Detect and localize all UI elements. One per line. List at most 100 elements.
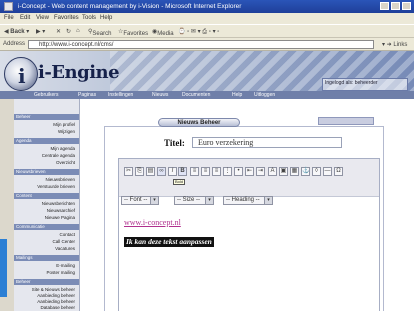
menu-edit[interactable]: Edit [20, 15, 30, 21]
html-source-icon[interactable]: ◊ [312, 167, 321, 176]
nav-item[interactable]: Documenten [182, 92, 210, 98]
sidebar-item[interactable]: Centrale agenda [42, 153, 75, 158]
sidebar-item[interactable]: Call Center [52, 239, 75, 244]
links-button[interactable]: ▾ ➜ Links [382, 41, 407, 48]
site-logo: i-Engine [38, 62, 120, 83]
sidebar-section-header: Communicatie [14, 224, 79, 230]
favorites-button[interactable]: ☆ Favorites [118, 28, 148, 37]
editor-link-text[interactable]: www.i-concept.nl [124, 218, 181, 227]
stop-icon[interactable]: ✕ [56, 28, 61, 35]
back-button[interactable]: ◀ Back ▾ [4, 28, 29, 35]
sidebar-item[interactable]: Mijn agenda [50, 146, 75, 151]
blue-accent-bar [0, 239, 7, 297]
outdent-icon[interactable]: ⇤ [245, 167, 254, 176]
media-button[interactable]: ◉ Media [152, 28, 174, 37]
sidebar-section-header: Agenda [14, 138, 79, 144]
nav-item[interactable]: Gebruikers [34, 92, 58, 98]
i-engine-logo-icon: i [4, 57, 38, 91]
menu-view[interactable]: View [36, 15, 49, 21]
font-select[interactable]: -- Font -- ▾ [121, 196, 159, 205]
menu-help[interactable]: Help [100, 15, 112, 21]
italic-icon[interactable]: I [168, 167, 177, 176]
nav-item[interactable]: Paginas [78, 92, 96, 98]
heading-select[interactable]: -- Heading -- ▾ [223, 196, 273, 205]
panel-title: Nieuws Beheer [158, 118, 240, 127]
address-label: Address [3, 41, 26, 47]
sidebar-section-header: Content [14, 193, 79, 199]
titel-label: Titel: [164, 138, 185, 148]
nav-item[interactable]: Instellingen [108, 92, 133, 98]
indent-icon[interactable]: ⇥ [256, 167, 265, 176]
maximize-button[interactable] [391, 2, 400, 10]
nav-item[interactable]: Help [232, 92, 242, 98]
text-color-icon[interactable]: A [268, 167, 277, 176]
sidebar-item[interactable]: Aanbieding beheer [37, 299, 75, 304]
sidebar-item[interactable]: Overzicht [56, 160, 75, 165]
editor-selected-text[interactable]: Ik kan deze tekst aanpassen [124, 237, 214, 247]
image-icon[interactable]: ▣ [279, 167, 288, 176]
sidebar-item[interactable]: Verstuurde brieven [37, 184, 75, 189]
sidebar-item[interactable]: Database beheer [40, 305, 75, 310]
menu-file[interactable]: File [4, 15, 14, 21]
sidebar-item[interactable]: Nieuwe Pagina [45, 215, 75, 220]
address-input[interactable]: http://www.i-concept.nl/cms/ [28, 40, 374, 49]
window-titlebar: i-Concept - Web content management by i-… [0, 0, 414, 13]
special-char-icon[interactable]: Ω [334, 167, 343, 176]
paste-icon[interactable]: ▤ [146, 167, 155, 176]
titel-input[interactable]: Euro verzekering [192, 137, 342, 148]
sidebar-section-header: Mailings [14, 255, 79, 261]
align-right-icon[interactable]: ≡ [212, 167, 221, 176]
menu-favorites[interactable]: Favorites [54, 15, 79, 21]
refresh-icon[interactable]: ↻ [66, 28, 71, 35]
anchor-icon[interactable]: ⚓ [301, 167, 310, 176]
chevron-down-icon: ▾ [264, 197, 272, 204]
sidebar-item[interactable]: Nieuwsberichten [42, 201, 75, 206]
size-select[interactable]: -- Size -- ▾ [174, 196, 214, 205]
sidebar-item[interactable]: Vacatures [55, 246, 75, 251]
sidebar-item[interactable]: Poster mailing [46, 270, 75, 275]
menu-tools[interactable]: Tools [82, 15, 96, 21]
sidebar-item[interactable]: Aanbieding beheer [37, 293, 75, 298]
forward-button[interactable]: ▶ ▾ [36, 28, 45, 35]
table-icon[interactable]: ▦ [290, 167, 299, 176]
sidebar-section-header: Beheer [14, 279, 79, 285]
sidebar-section-header: Beheer [14, 114, 79, 120]
sidebar-section-header: Nieuwsbrieven [14, 169, 79, 175]
align-left-icon[interactable]: ≡ [190, 167, 199, 176]
copy-icon[interactable]: ⎘ [135, 167, 144, 176]
sidebar: Beheer Mijn profiel Wijzigen Agenda Mijn… [14, 99, 80, 311]
browser-toolbar: ◀ Back ▾ ▶ ▾ ✕ ↻ ⌂ ⚲ Search ☆ Favorites … [0, 24, 414, 38]
home-icon[interactable]: ⌂ [76, 28, 80, 34]
nav-item[interactable]: Uitloggen [254, 92, 275, 98]
chevron-down-icon: ▾ [150, 197, 158, 204]
link-icon[interactable]: ∞ [157, 167, 166, 176]
sidebar-item[interactable]: E-mailing [56, 263, 75, 268]
editor-toolbar [119, 159, 379, 197]
sidebar-item[interactable]: Contact [59, 232, 75, 237]
minimize-button[interactable] [380, 2, 389, 10]
horizontal-rule-icon[interactable]: — [323, 167, 332, 176]
sidebar-item[interactable]: Mijn profiel [53, 122, 75, 127]
window-title: i-Concept - Web content management by i-… [18, 3, 242, 10]
nav-item[interactable]: Nieuws [152, 92, 168, 98]
history-icon[interactable]: ⌚ ▫ ✉ ▾ ⎙ ▫ ▾ ▫ [178, 28, 219, 36]
sidebar-item[interactable]: Nieuwsarchief [47, 208, 75, 213]
search-button[interactable]: ⚲ Search [88, 28, 111, 37]
numbered-list-icon[interactable]: ⋮ [223, 167, 232, 176]
sidebar-item[interactable]: Site & Nieuws beheer [32, 287, 75, 292]
bullet-list-icon[interactable]: • [234, 167, 243, 176]
align-center-icon[interactable]: ≡ [201, 167, 210, 176]
login-status: Ingelogd als: beheerder [322, 78, 408, 91]
sidebar-item[interactable]: Nieuwsbrieven [45, 177, 75, 182]
bold-icon[interactable]: B [178, 167, 187, 176]
cut-icon[interactable]: ✂ [124, 167, 133, 176]
chevron-down-icon: ▾ [205, 197, 213, 204]
toolbar-tooltip: Bold [173, 179, 185, 185]
sidebar-item[interactable]: Wijzigen [58, 129, 75, 134]
ie-icon [4, 2, 13, 11]
address-bar: Address http://www.i-concept.nl/cms/ ▾ ➜… [0, 38, 414, 51]
main-nav: Gebruikers Paginas Instellingen Nieuws D… [0, 91, 414, 99]
panel-controls[interactable] [318, 117, 374, 125]
close-button[interactable] [402, 2, 411, 10]
left-gutter [0, 99, 14, 311]
